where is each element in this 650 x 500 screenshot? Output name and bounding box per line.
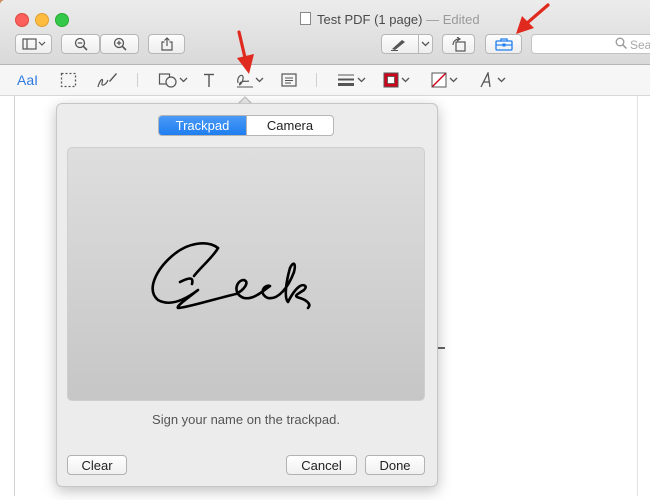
- title-separator: —: [426, 12, 440, 27]
- annotation-arrow-icon: [237, 30, 254, 74]
- signature-drawing: [151, 242, 311, 310]
- line-style-button[interactable]: [337, 69, 366, 91]
- fill-color-button[interactable]: [431, 69, 458, 91]
- chevron-down-icon: [421, 41, 430, 47]
- tab-trackpad[interactable]: Trackpad: [159, 116, 246, 135]
- clear-button[interactable]: Clear: [67, 455, 127, 475]
- text-tool-button[interactable]: [203, 69, 215, 91]
- chevron-down-icon: [401, 77, 410, 83]
- signature-pad[interactable]: [67, 147, 425, 401]
- font-icon: [480, 72, 491, 88]
- chevron-down-icon: [497, 77, 506, 83]
- tab-camera[interactable]: Camera: [246, 116, 333, 135]
- annotation-arrow-icon: [516, 3, 550, 34]
- rect-select-button[interactable]: [60, 69, 77, 91]
- chevron-down-icon: [357, 77, 366, 83]
- toolbar-divider: [316, 73, 317, 87]
- text-style-button[interactable]: AaI: [17, 69, 38, 91]
- sign-pen-button[interactable]: [381, 34, 433, 54]
- zoom-out-icon: [74, 37, 88, 51]
- capture-mode-segmented-control: Trackpad Camera: [158, 115, 334, 136]
- chevron-down-icon: [449, 77, 458, 83]
- cancel-button[interactable]: Cancel: [286, 455, 357, 475]
- zoom-in-button[interactable]: [100, 34, 139, 54]
- close-window-button[interactable]: [15, 13, 29, 27]
- page-edge: [637, 96, 638, 496]
- text-style-label: AaI: [17, 72, 39, 88]
- share-button[interactable]: [148, 34, 185, 54]
- note-button[interactable]: [281, 69, 297, 91]
- done-button[interactable]: Done: [365, 455, 425, 475]
- line-style-icon: [338, 74, 354, 86]
- border-color-icon: [383, 72, 399, 88]
- minimize-window-button[interactable]: [35, 13, 49, 27]
- markup-toolbar: AaI: [0, 65, 650, 96]
- sidebar-view-button[interactable]: [15, 34, 52, 54]
- search-placeholder: Sea: [630, 38, 650, 52]
- zoom-in-icon: [113, 37, 127, 51]
- border-color-button[interactable]: [383, 69, 410, 91]
- sidebar-icon: [21, 38, 45, 50]
- signature-popover: Trackpad Camera Sign your name on the tr…: [56, 103, 438, 487]
- sketch-icon: [97, 73, 117, 88]
- window-title: Test PDF (1 page) — Edited: [300, 12, 480, 27]
- toolbox-icon: [494, 37, 513, 51]
- title-bar: Test PDF (1 page) — Edited Sea: [0, 0, 650, 65]
- fill-color-icon: [431, 72, 447, 88]
- rotate-button[interactable]: [442, 34, 475, 54]
- search-icon: [615, 37, 628, 50]
- zoom-out-button[interactable]: [61, 34, 100, 54]
- note-icon: [281, 73, 297, 87]
- toolbar-divider: [137, 73, 138, 87]
- text-icon: [204, 73, 214, 87]
- page-edge: [14, 96, 15, 496]
- edited-status: Edited: [442, 12, 480, 27]
- rect-select-icon: [60, 72, 77, 88]
- share-icon: [160, 37, 173, 51]
- sketch-button[interactable]: [96, 69, 118, 91]
- shapes-icon: [158, 73, 177, 88]
- shapes-button[interactable]: [158, 69, 188, 91]
- font-style-button[interactable]: [479, 69, 506, 91]
- pen-icon: [391, 40, 405, 51]
- rotate-icon: [451, 36, 466, 52]
- window-title-text: Test PDF (1 page): [317, 12, 423, 27]
- chevron-down-icon: [179, 77, 188, 83]
- zoom-window-button[interactable]: [55, 13, 69, 27]
- instruction-text: Sign your name on the trackpad.: [152, 412, 340, 427]
- document-icon: [300, 12, 311, 25]
